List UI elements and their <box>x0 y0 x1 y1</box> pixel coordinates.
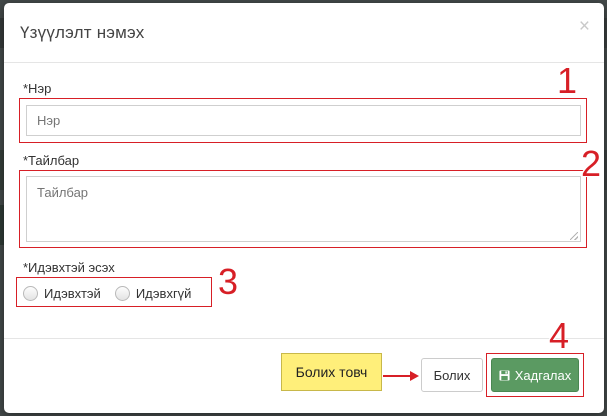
radio-inactive-label: Идэвхгүй <box>135 286 192 301</box>
annotation-number-4: 4 <box>549 315 570 356</box>
description-textarea[interactable] <box>26 176 581 242</box>
cancel-button[interactable]: Болих <box>421 358 483 392</box>
name-input[interactable] <box>26 105 581 136</box>
radio-button-icon[interactable] <box>114 286 130 301</box>
name-label: *Нэр <box>23 81 52 96</box>
callout-arrow-head <box>410 371 419 381</box>
annotation-number-2: 2 <box>581 143 602 184</box>
floppy-disk-icon <box>499 369 510 381</box>
active-status-radio-group: Идэвхтэй Идэвхгүй <box>23 286 205 301</box>
save-button[interactable]: Хадгалах <box>491 358 579 392</box>
modal-header: Үзүүлэлт нэмэх × <box>4 3 604 63</box>
add-indicator-modal: Үзүүлэлт нэмэх × *Нэр 1 *Тайлбар 2 *Идэв… <box>4 3 604 413</box>
resize-handle-icon[interactable] <box>570 232 578 240</box>
cancel-button-callout: Болих товч <box>281 353 382 391</box>
description-label: *Тайлбар <box>23 153 80 168</box>
modal-footer <box>4 338 604 339</box>
save-button-label: Хадгалах <box>514 367 572 383</box>
radio-active-label: Идэвхтэй <box>44 286 101 301</box>
radio-active[interactable]: Идэвхтэй <box>23 286 101 301</box>
radio-inactive[interactable]: Идэвхгүй <box>114 286 192 301</box>
radio-button-icon[interactable] <box>23 286 38 301</box>
modal-title: Үзүүлэлт нэмэх <box>20 23 145 42</box>
active-status-label: *Идэвхтэй эсэх <box>23 260 115 275</box>
close-icon[interactable]: × <box>579 17 590 36</box>
cancel-button-label: Болих <box>433 367 471 383</box>
annotation-number-3: 3 <box>218 261 239 302</box>
annotation-number-1: 1 <box>557 60 578 101</box>
callout-arrow <box>383 375 413 377</box>
